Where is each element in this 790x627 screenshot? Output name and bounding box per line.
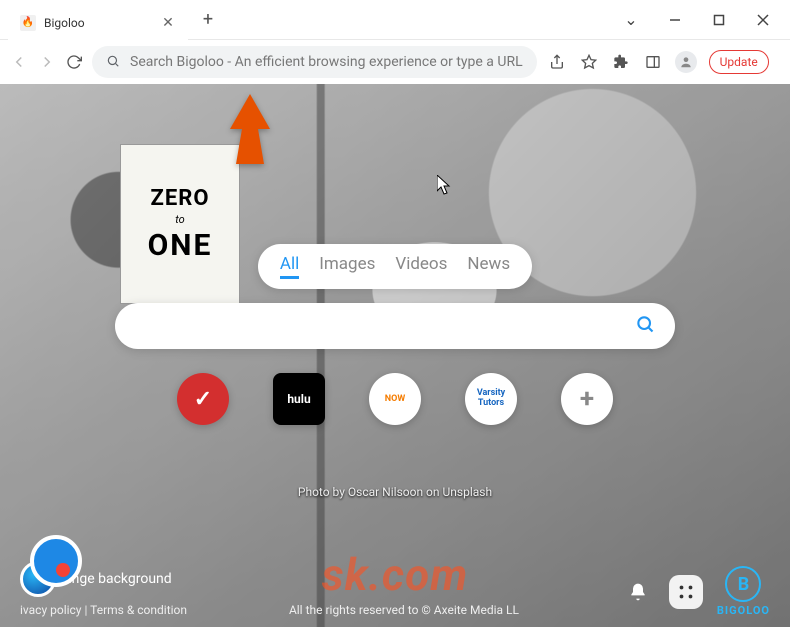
change-background-label: ange background [64,571,172,587]
bigoloo-logo-text: BIGOLOO [717,604,770,617]
tab-images[interactable]: Images [319,254,375,279]
bigoloo-logo-icon: B [725,566,761,602]
address-bar-placeholder: Search Bigoloo - An efficient browsing e… [130,54,523,70]
side-panel-icon[interactable] [643,52,663,72]
tabs-dropdown-icon[interactable]: ⌄ [612,5,650,35]
profile-avatar[interactable] [675,51,697,73]
extensions-icon[interactable] [611,52,631,72]
share-icon[interactable] [547,52,567,72]
browser-tab[interactable]: 🔥 Bigoloo ✕ [8,6,188,40]
reload-button[interactable] [66,49,82,75]
search-icon [106,53,120,72]
quick-link-shopping-now[interactable]: NOW [369,373,421,425]
back-button[interactable] [10,49,28,75]
browser-toolbar: Search Bigoloo - An efficient browsing e… [0,40,790,84]
search-input[interactable] [135,317,635,335]
footer-links[interactable]: ivacy policy | Terms & condition [20,603,187,617]
mouse-cursor-icon [437,175,451,199]
quick-link-varsity-tutors[interactable]: Varsity Tutors [465,373,517,425]
tab-close-icon[interactable]: ✕ [160,15,176,31]
search-bar[interactable] [115,303,675,349]
notifications-icon[interactable] [621,575,655,609]
address-bar[interactable]: Search Bigoloo - An efficient browsing e… [92,46,537,78]
bigoloo-logo[interactable]: B BIGOLOO [717,566,770,617]
footer: ange background ivacy policy | Terms & c… [0,561,790,617]
tab-news[interactable]: News [467,254,510,279]
bookmark-star-icon[interactable] [579,52,599,72]
new-tab-button[interactable]: + [194,6,222,34]
page-content: ZERO to ONE All Images Videos News ✓ hul… [0,84,790,627]
quick-links: ✓ hulu NOW Varsity Tutors + [177,373,613,425]
window-titlebar: 🔥 Bigoloo ✕ + ⌄ [0,0,790,40]
footer-rights: All the rights reserved to © Axeite Medi… [289,603,519,617]
close-window-button[interactable] [744,5,782,35]
window-controls: ⌄ [612,5,782,35]
maximize-button[interactable] [700,5,738,35]
search-category-tabs: All Images Videos News [258,244,532,289]
minimize-button[interactable] [656,5,694,35]
tab-title: Bigoloo [44,16,160,30]
tab-all[interactable]: All [280,254,299,279]
tab-videos[interactable]: Videos [395,254,447,279]
apps-grid-icon[interactable] [669,575,703,609]
quick-link-hulu[interactable]: hulu [273,373,325,425]
menu-icon[interactable]: ⋮ [781,52,790,73]
tab-favicon: 🔥 [20,15,36,31]
forward-button[interactable] [38,49,56,75]
quick-link-checkmark[interactable]: ✓ [177,373,229,425]
annotation-arrow-icon [220,94,280,168]
quick-link-add[interactable]: + [561,373,613,425]
update-button[interactable]: Update [709,50,769,74]
photo-credit: Photo by Oscar Nilsoon on Unsplash [298,485,492,499]
watermark-badge [30,535,82,587]
search-submit-icon[interactable] [635,314,655,338]
